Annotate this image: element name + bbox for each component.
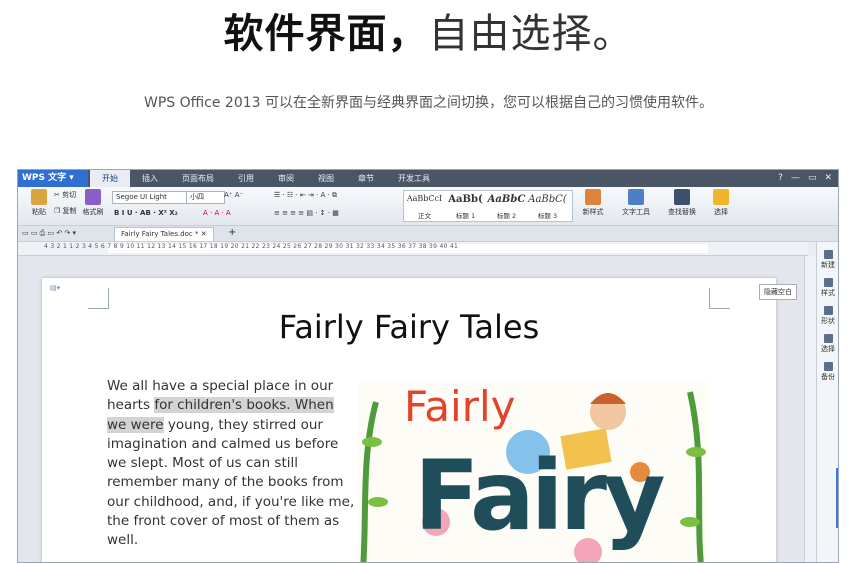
side-select-button[interactable]: 选择	[817, 334, 838, 354]
style-heading-1-preview: AaBb(	[448, 194, 483, 205]
cut-button[interactable]: ✂ 剪切	[54, 191, 76, 200]
paste-label: 粘贴	[32, 208, 46, 216]
font-size-select[interactable]: 小四	[186, 191, 225, 204]
margin-corner-left	[88, 288, 109, 309]
select-label: 选择	[714, 208, 728, 216]
tab-insert[interactable]: 插入	[130, 170, 170, 187]
side-new-label: 新建	[821, 261, 835, 269]
styles-icon	[823, 278, 833, 287]
book-cover-image: Fairly Fairy	[358, 382, 709, 562]
document-title: Fairly Fairy Tales	[278, 308, 540, 346]
style-heading-2[interactable]: AaBbC 标题 2	[486, 194, 527, 220]
align-buttons[interactable]: ≡ ≡ ≡ ≡ ▤ · ↕ · ▦	[274, 209, 339, 218]
maximize-button[interactable]: ▭	[808, 170, 817, 187]
cover-word-fairy: Fairy	[414, 440, 666, 552]
find-replace-label: 查找替换	[668, 208, 696, 216]
task-side-panel: 新建 样式 形状 选择 备份	[816, 242, 838, 562]
brand-label: WPS 文字	[22, 173, 67, 183]
help-button[interactable]: ?	[778, 170, 783, 187]
hide-whitespace-tooltip: 隐藏空白	[759, 284, 797, 300]
list-buttons[interactable]: ☰ · ☷ · ⇤ ⇥ · A · ⧉	[274, 191, 337, 200]
style-normal[interactable]: AaBbCcI 正文	[404, 194, 445, 220]
style-heading-1-name: 标题 1	[455, 212, 476, 220]
side-panel-indicator	[836, 468, 838, 528]
hero-title-bold: 软件界面	[223, 11, 388, 57]
paragraph-marker-icon[interactable]: ▤▾	[50, 284, 60, 293]
tab-review[interactable]: 审阅	[266, 170, 306, 187]
tab-sections[interactable]: 章节	[346, 170, 386, 187]
margin-corner-right	[709, 288, 730, 309]
document-tab-label: Fairly Fairy Tales.doc *	[121, 230, 199, 238]
font-color-button[interactable]: A · A · A	[203, 209, 231, 218]
backup-icon	[823, 362, 833, 371]
grow-shrink-font-buttons[interactable]: A⁺ A⁻	[224, 191, 243, 200]
document-page[interactable]: Fairly Fairy Tales We all have a special…	[42, 278, 776, 562]
side-styles-button[interactable]: 样式	[817, 278, 838, 298]
style-heading-2-preview: AaBbC	[487, 194, 526, 205]
style-heading-3-name: 标题 3	[537, 212, 558, 220]
hero-subtitle: WPS Office 2013 可以在全新界面与经典界面之间切换，您可以根据自己…	[143, 95, 713, 111]
tab-home[interactable]: 开始	[90, 170, 130, 187]
style-heading-1[interactable]: AaBb( 标题 1	[445, 194, 486, 220]
font-name-select[interactable]: Segoe UI Light	[112, 191, 187, 204]
menu-tabs: 开始 插入 页面布局 引用 审阅 视图 章节 开发工具	[90, 170, 442, 187]
side-new-button[interactable]: 新建	[817, 250, 838, 270]
side-shapes-label: 形状	[821, 317, 835, 325]
style-normal-preview: AaBbCcI	[406, 194, 443, 203]
side-styles-label: 样式	[821, 289, 835, 297]
hero-title-light: 自由选择。	[428, 11, 634, 57]
side-backup-button[interactable]: 备份	[817, 362, 838, 382]
find-replace-button[interactable]: 查找替换	[660, 189, 704, 217]
text-tools-icon	[628, 189, 644, 205]
ribbon-home: 粘贴 ✂ 剪切 ❐ 复制 格式刷 Segoe UI Light 小四 B I U…	[18, 187, 838, 226]
paragraph-rest: young, they stirred our imagination and …	[107, 416, 355, 549]
quick-access-bar: ▭ ▭ ⎙ ▭ ↶ ↷ ▾ Fairly Fairy Tales.doc * ✕…	[18, 226, 838, 242]
side-select-label: 选择	[821, 345, 835, 353]
paste-button[interactable]: 粘贴	[20, 189, 58, 217]
style-heading-3-preview: AaBbC(	[528, 194, 567, 205]
ruler-numbers: 4 3 2 1 1 2 3 4 5 6 7 8 9 10 11 12 13 14…	[44, 243, 459, 250]
new-doc-icon	[823, 250, 833, 259]
document-canvas[interactable]: Fairly Fairy Tales We all have a special…	[18, 256, 804, 562]
text-tools-button[interactable]: 文字工具	[614, 189, 658, 217]
wps-menu-button[interactable]: WPS 文字 ▾	[18, 170, 88, 187]
text-tools-label: 文字工具	[622, 208, 650, 216]
new-style-label: 新样式	[582, 208, 604, 216]
shapes-icon	[823, 306, 833, 315]
hero-title: 软件界面，自由选择。	[0, 8, 857, 60]
clipboard-icon	[31, 189, 47, 205]
tab-references[interactable]: 引用	[226, 170, 266, 187]
new-tab-button[interactable]: +	[228, 228, 236, 238]
bold-italic-underline-buttons[interactable]: B I U · AB · X² X₂	[114, 209, 178, 218]
minimize-button[interactable]: —	[791, 170, 800, 187]
new-style-button[interactable]: 新样式	[574, 189, 612, 217]
cover-word-fairly: Fairly	[404, 382, 516, 431]
hero-title-comma: ，	[387, 11, 429, 57]
side-backup-label: 备份	[821, 373, 835, 381]
select-icon	[823, 334, 833, 343]
wps-writer-window: WPS 文字 ▾ 开始 插入 页面布局 引用 审阅 视图 章节 开发工具 ? —…	[17, 169, 839, 563]
select-button[interactable]: 选择	[702, 189, 740, 217]
cursor-icon	[713, 189, 729, 205]
format-painter-label: 格式刷	[82, 208, 104, 216]
document-paragraph[interactable]: We all have a special place in our heart…	[107, 377, 357, 551]
style-heading-3[interactable]: AaBbC( 标题 3	[527, 194, 568, 220]
close-button[interactable]: ✕	[824, 170, 832, 187]
brush-icon	[85, 189, 101, 205]
document-tab[interactable]: Fairly Fairy Tales.doc * ✕	[114, 227, 214, 241]
menu-bar: WPS 文字 ▾ 开始 插入 页面布局 引用 审阅 视图 章节 开发工具 ? —…	[18, 170, 838, 187]
style-normal-name: 正文	[418, 212, 431, 220]
side-shapes-button[interactable]: 形状	[817, 306, 838, 326]
tab-view[interactable]: 视图	[306, 170, 346, 187]
window-controls: ? — ▭ ✕	[778, 170, 832, 187]
tab-page-layout[interactable]: 页面布局	[170, 170, 226, 187]
binoculars-icon	[674, 189, 690, 205]
new-style-icon	[585, 189, 601, 205]
format-painter-button[interactable]: 格式刷	[74, 189, 112, 217]
quick-access-icons[interactable]: ▭ ▭ ⎙ ▭ ↶ ↷ ▾	[22, 229, 76, 238]
horizontal-ruler[interactable]: 4 3 2 1 1 2 3 4 5 6 7 8 9 10 11 12 13 14…	[18, 242, 808, 256]
style-heading-2-name: 标题 2	[496, 212, 517, 220]
style-gallery: AaBbCcI 正文 AaBb( 标题 1 AaBbC 标题 2 AaBbC( …	[403, 190, 573, 222]
tab-developer[interactable]: 开发工具	[386, 170, 442, 187]
